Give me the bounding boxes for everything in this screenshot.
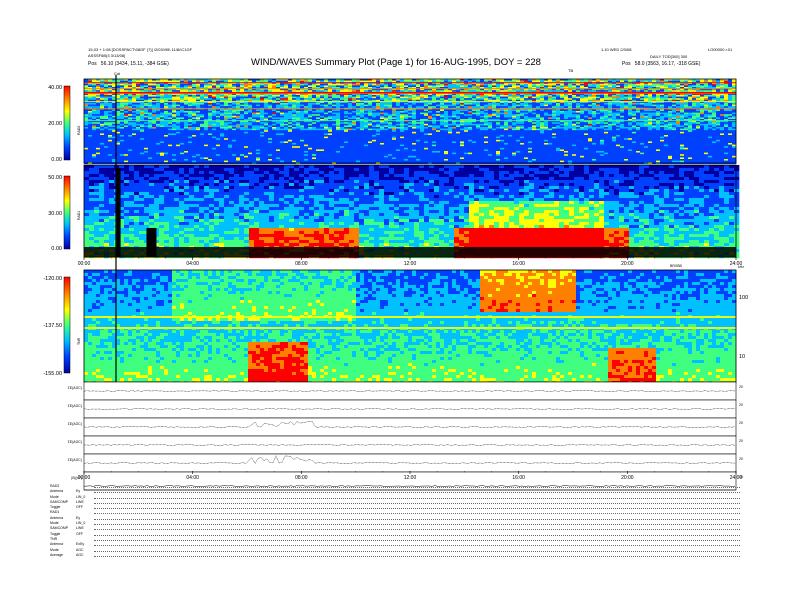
- rad2-tick-mid: 20.00: [48, 121, 62, 127]
- footer-dots: [94, 521, 740, 526]
- line-panel-right-tick: 20: [739, 439, 743, 443]
- rad1-panel: [83, 164, 740, 259]
- footer-key: Average: [50, 552, 63, 557]
- time-tick-label: 08:00: [295, 475, 308, 481]
- time-tick-label: 20:00: [621, 261, 634, 267]
- time-tick-label: 00:00: [78, 475, 91, 481]
- tnr-tick-max: -120.00: [43, 276, 62, 282]
- line-panels: ΣE(AGC) 20 ΣE(AGC) 20 ΣE(AGC) 20 ΣE(AGC) 20 ΣE(A…: [68, 381, 743, 491]
- footer-dots: [94, 516, 740, 520]
- line-panel-right-tick: 20: [739, 457, 743, 461]
- rad1-tick-mid: 30.00: [48, 211, 62, 217]
- time-tick-label: 08:00: [295, 261, 308, 267]
- rad1-colorbar: [63, 175, 71, 250]
- time-tick-label: 20:00: [621, 475, 634, 481]
- rad2-tick-min: 0.00: [51, 157, 62, 163]
- footer-dots: [94, 553, 740, 557]
- footer-dots: [94, 510, 740, 515]
- time-tick-label: 04:00: [186, 475, 199, 481]
- line-panel-right-tick: 20: [739, 421, 743, 425]
- footer-dots: [94, 526, 740, 531]
- tnr-colorbar: [63, 276, 71, 374]
- rad1-tick-max: 50.00: [48, 175, 62, 181]
- line-panel-label: ΣE(AGC): [68, 458, 82, 462]
- time-tick-label: 16:00: [512, 261, 525, 267]
- time-tick-label: 16:00: [512, 475, 525, 481]
- time-tick-label: 12:00: [404, 475, 417, 481]
- time-tick-label: 00:00: [78, 261, 91, 267]
- rad1-axis-label: RAD1: [77, 211, 81, 220]
- footer-dots: [94, 537, 740, 541]
- time-tick-label: 12:00: [404, 261, 417, 267]
- footer-row: Average AGC: [50, 553, 740, 558]
- rad1-tick-min: 0.00: [51, 246, 62, 252]
- tnr-right-tick-100: 100: [739, 295, 748, 301]
- footer-dots: [94, 548, 740, 552]
- footer-dots: [94, 505, 740, 510]
- line-panel-label: ΣE(AGC): [68, 386, 82, 390]
- line-panel-right-tick: 20: [739, 403, 743, 407]
- footer-dots: [94, 484, 740, 488]
- tnr-tick-min: -155.00: [43, 371, 62, 377]
- rad2-axis-label: RAD2: [77, 126, 81, 135]
- rad2-tick-max: 40.00: [48, 85, 62, 91]
- footer-dots: [94, 532, 740, 536]
- tnr-axis-label: TNR: [77, 337, 81, 345]
- tnr-unit-label: kHz: [738, 265, 744, 269]
- rad2-panel: [83, 78, 737, 164]
- line-panel-label: ΣE(AGC): [68, 404, 82, 408]
- line-panel-right-tick: 20: [739, 385, 743, 389]
- footer-dots: [94, 495, 740, 499]
- time-tick-label: 24:00: [730, 475, 743, 481]
- footer-value: AGC: [76, 552, 84, 557]
- footer-dots: [94, 489, 740, 494]
- line-panel-label: ΣE(AGC): [68, 440, 82, 444]
- tnr-tick-mid: -137.50: [43, 323, 62, 329]
- time-axis-top: 00:00 04:00 08:00 12:00 16:00 20:00 24:00: [78, 256, 742, 267]
- time-tick-label: 04:00: [186, 261, 199, 267]
- footer-settings: RAD2 Antenna Ey Mode LIN_0 SAMCOMP LINE Toggle O…: [50, 484, 740, 558]
- time-axis-marker: BRXBB: [670, 264, 683, 268]
- tnr-right-tick-10: 10: [739, 354, 745, 360]
- footer-dots: [94, 542, 740, 547]
- tnr-panel: [83, 269, 737, 385]
- rad2-colorbar: [63, 85, 71, 161]
- footer-dots: [94, 500, 740, 504]
- line-panel-label: ΣE(AGC): [68, 422, 82, 426]
